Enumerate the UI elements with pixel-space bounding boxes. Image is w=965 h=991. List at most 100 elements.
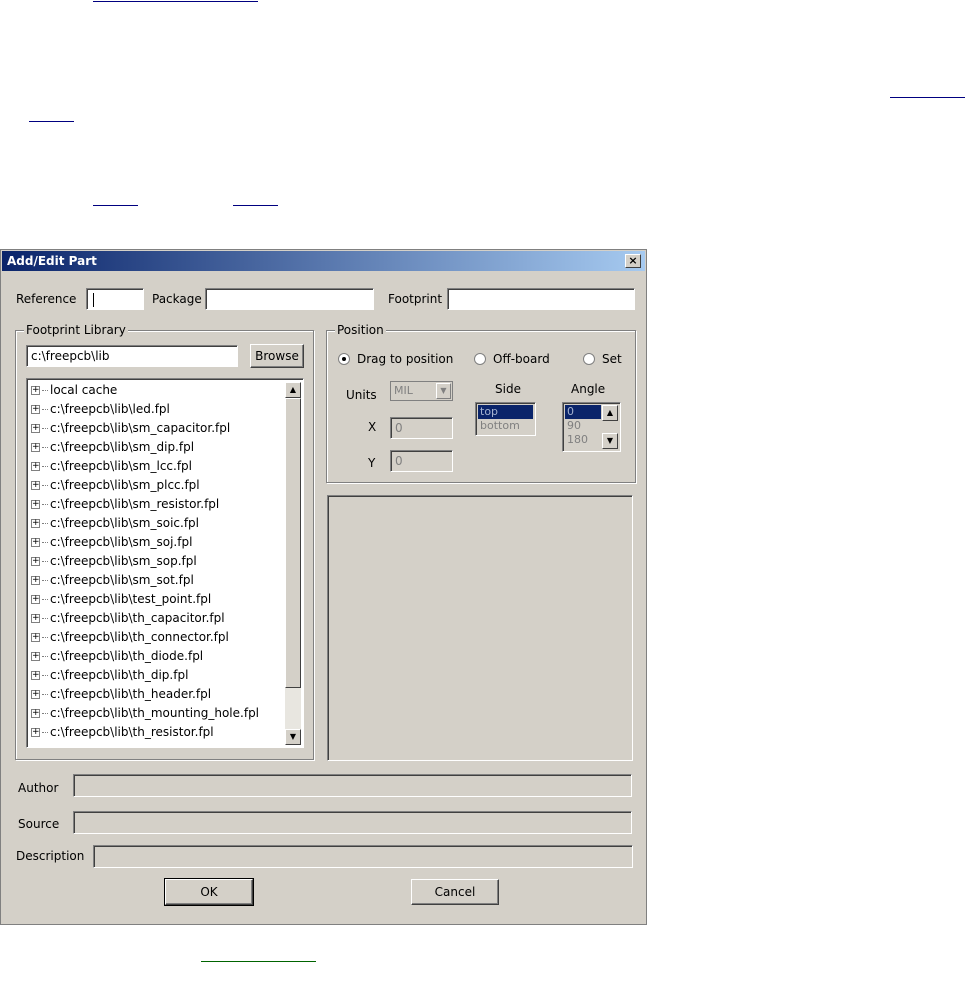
reference-input[interactable] [86,288,144,310]
browse-button[interactable]: Browse [250,344,304,368]
drag-to-position-radio[interactable] [338,353,350,365]
tree-item[interactable]: + c:\freepcb\lib\sm_capacitor.fpl [31,419,230,438]
tree-item-label: c:\freepcb\lib\sm_capacitor.fpl [50,421,231,435]
scroll-up-icon[interactable]: ▲ [285,382,301,398]
cancel-button[interactable]: Cancel [411,879,499,905]
tree-item[interactable]: + local cache [31,381,117,400]
scroll-thumb[interactable] [285,398,301,688]
author-input[interactable] [73,774,632,797]
y-input[interactable]: 0 [390,450,453,472]
angle-option-90[interactable]: 90 [565,419,601,433]
expand-plus-icon[interactable]: + [31,576,40,585]
tree-item[interactable]: + c:\freepcb\lib\sm_soj.fpl [31,533,192,552]
tree-item[interactable]: + c:\freepcb\lib\sm_lcc.fpl [31,457,192,476]
tree-item-label: c:\freepcb\lib\sm_sop.fpl [50,554,197,568]
source-input[interactable] [73,811,632,834]
set-radio[interactable] [583,353,595,365]
side-label: Side [495,382,521,396]
tree-item[interactable]: + c:\freepcb\lib\test_point.fpl [31,590,211,609]
expand-plus-icon[interactable]: + [31,519,40,528]
x-label: X [368,420,377,434]
angle-option-180[interactable]: 180 [565,433,601,447]
angle-scroll-down-icon[interactable]: ▼ [602,433,618,449]
tree-item[interactable]: + c:\freepcb\lib\th_dip.fpl [31,666,188,685]
expand-plus-icon[interactable]: + [31,652,40,661]
tree-item-label: c:\freepcb\lib\sm_resistor.fpl [50,497,220,511]
tree-item-label: c:\freepcb\lib\sm_soj.fpl [50,535,193,549]
doc-link-5[interactable] [233,205,278,206]
tree-item-label: c:\freepcb\lib\th_connector.fpl [50,630,229,644]
expand-plus-icon[interactable]: + [31,595,40,604]
units-select[interactable]: MIL ▼ [390,381,453,401]
tree-scrollbar[interactable]: ▲ ▼ [285,382,301,745]
tree-item[interactable]: + c:\freepcb\lib\th_capacitor.fpl [31,609,225,628]
tree-connector [42,485,48,486]
doc-link-3[interactable] [29,121,74,122]
doc-link-6[interactable] [201,961,316,962]
footprint-library-tree[interactable]: + local cache + c:\freepcb\lib\led.fpl + c:\f… [26,378,304,748]
side-option-top[interactable]: top [478,405,533,419]
expand-plus-icon[interactable]: + [31,386,40,395]
angle-scroll-up-icon[interactable]: ▲ [602,405,618,421]
tree-connector [42,656,48,657]
off-board-radio[interactable] [474,353,486,365]
expand-plus-icon[interactable]: + [31,462,40,471]
library-path-input[interactable]: c:\freepcb\lib [26,345,238,367]
expand-plus-icon[interactable]: + [31,538,40,547]
tree-item[interactable]: + c:\freepcb\lib\sm_sot.fpl [31,571,194,590]
tree-item[interactable]: + c:\freepcb\lib\th_diode.fpl [31,647,203,666]
tree-item-label: c:\freepcb\lib\sm_dip.fpl [50,440,195,454]
x-input[interactable]: 0 [390,417,453,439]
expand-plus-icon[interactable]: + [31,728,40,737]
dialog-titlebar: Add/Edit Part × [2,251,645,271]
set-label: Set [602,352,622,366]
angle-list[interactable]: 0 90 180 ▲ ▼ [562,402,621,452]
expand-plus-icon[interactable]: + [31,424,40,433]
tree-item[interactable]: + c:\freepcb\lib\th_connector.fpl [31,628,229,647]
scroll-down-icon[interactable]: ▼ [285,729,301,745]
expand-plus-icon[interactable]: + [31,500,40,509]
tree-connector [42,447,48,448]
expand-plus-icon[interactable]: + [31,690,40,699]
tree-item-label: c:\freepcb\lib\th_resistor.fpl [50,725,214,739]
close-icon[interactable]: × [625,254,641,268]
tree-item-label: c:\freepcb\lib\th_dip.fpl [50,668,189,682]
tree-connector [42,694,48,695]
tree-item[interactable]: + c:\freepcb\lib\th_mounting_hole.fpl [31,704,259,723]
author-label: Author [18,781,59,795]
y-label: Y [368,456,376,470]
tree-item[interactable]: + c:\freepcb\lib\th_header.fpl [31,685,211,704]
expand-plus-icon[interactable]: + [31,671,40,680]
angle-option-0[interactable]: 0 [565,405,601,419]
expand-plus-icon[interactable]: + [31,443,40,452]
description-input[interactable] [93,845,633,868]
drag-to-position-label: Drag to position [357,352,454,366]
tree-connector [42,675,48,676]
tree-connector [42,580,48,581]
side-list[interactable]: top bottom [475,402,536,436]
doc-link-1[interactable] [93,1,258,2]
tree-item[interactable]: + c:\freepcb\lib\sm_plcc.fpl [31,476,200,495]
expand-plus-icon[interactable]: + [31,557,40,566]
position-title: Position [335,323,386,337]
tree-connector [42,713,48,714]
expand-plus-icon[interactable]: + [31,614,40,623]
package-label: Package [152,292,202,306]
tree-item[interactable]: + c:\freepcb\lib\sm_dip.fpl [31,438,194,457]
package-input[interactable] [205,288,374,310]
ok-button[interactable]: OK [164,878,254,906]
tree-item[interactable]: + c:\freepcb\lib\th_resistor.fpl [31,723,214,742]
footprint-input[interactable] [447,288,635,310]
doc-link-4[interactable] [93,205,138,206]
side-option-bottom[interactable]: bottom [478,419,533,433]
tree-item[interactable]: + c:\freepcb\lib\sm_resistor.fpl [31,495,219,514]
dropdown-arrow-icon[interactable]: ▼ [436,383,451,399]
tree-item[interactable]: + c:\freepcb\lib\led.fpl [31,400,170,419]
tree-item[interactable]: + c:\freepcb\lib\sm_soic.fpl [31,514,199,533]
expand-plus-icon[interactable]: + [31,405,40,414]
doc-link-2[interactable] [890,97,965,98]
expand-plus-icon[interactable]: + [31,709,40,718]
expand-plus-icon[interactable]: + [31,481,40,490]
expand-plus-icon[interactable]: + [31,633,40,642]
tree-item[interactable]: + c:\freepcb\lib\sm_sop.fpl [31,552,197,571]
